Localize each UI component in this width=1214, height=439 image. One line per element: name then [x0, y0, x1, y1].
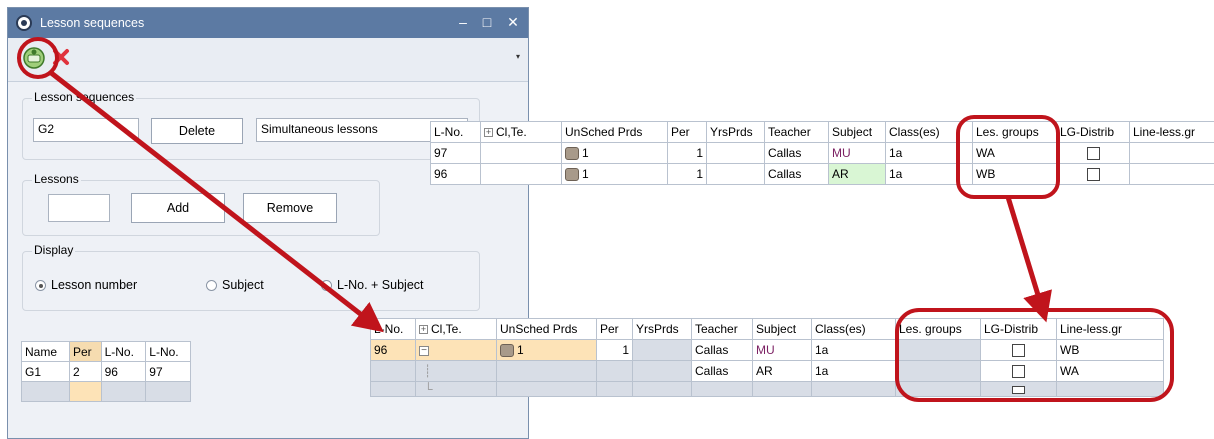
down-arrow	[1005, 196, 1052, 323]
line-less-highlight	[895, 308, 1174, 402]
annotation-overlay	[17, 37, 1174, 402]
les-groups-highlight	[956, 115, 1060, 199]
diagonal-arrow	[48, 70, 384, 333]
